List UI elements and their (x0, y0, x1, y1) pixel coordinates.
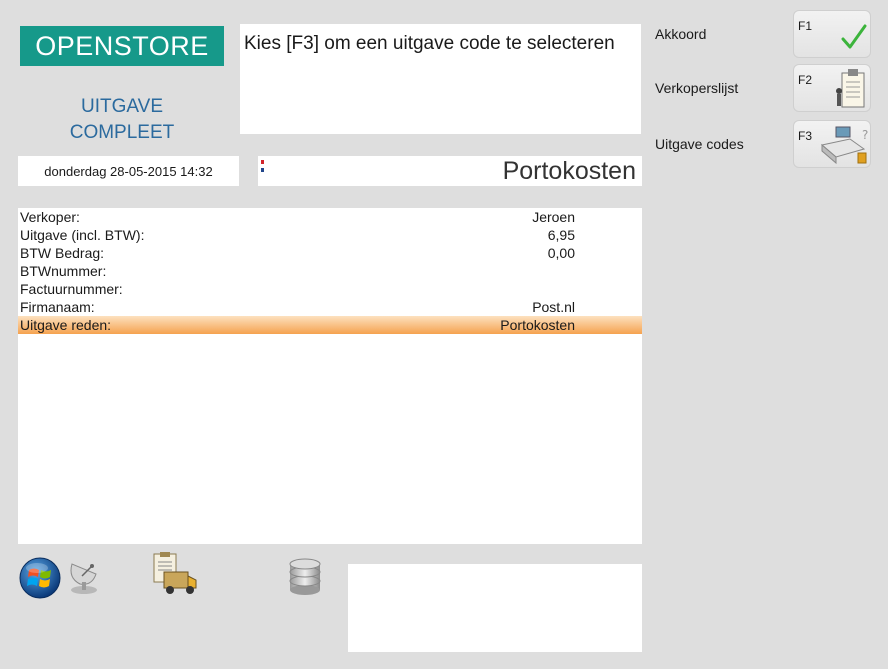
row-label: BTWnummer: (20, 263, 107, 279)
row-label: BTW Bedrag: (20, 245, 105, 261)
cash-register-icon: ? (820, 126, 868, 165)
delivery-truck-icon[interactable] (150, 552, 198, 596)
uitgave-codes-button[interactable]: F3 ? (793, 120, 871, 168)
fn-label-verkoperslijst: Verkoperslijst (655, 80, 739, 96)
akkoord-button[interactable]: F1 (793, 10, 871, 58)
verkoperslijst-button[interactable]: F2 (793, 64, 871, 112)
instruction-message: Kies [F3] om een uitgave code te selecte… (240, 24, 641, 134)
row-label: Verkoper: (20, 209, 80, 225)
openstore-logo: OPENSTORE (20, 26, 224, 66)
flag-icon (261, 160, 264, 172)
row-value: 0,00 (547, 245, 575, 261)
fn-label-uitgave-codes: Uitgave codes (655, 136, 744, 152)
fn-key-label: F2 (798, 73, 813, 87)
row-label: Factuurnummer: (20, 281, 123, 297)
row-label: Uitgave reden: (20, 317, 112, 333)
list-item[interactable]: BTWnummer: (18, 262, 642, 280)
row-value: 6,95 (547, 227, 575, 243)
list-item[interactable]: Verkoper: Jeroen (18, 208, 642, 226)
row-label: Firmanaam: (20, 299, 95, 315)
row-label: Uitgave (incl. BTW): (20, 227, 145, 243)
list-item[interactable]: BTW Bedrag: 0,00 (18, 244, 642, 262)
mode-line-2: COMPLEET (69, 122, 175, 143)
svg-text:?: ? (862, 128, 868, 142)
datetime-display: donderdag 28-05-2015 14:32 (18, 156, 239, 186)
fn-label-akkoord: Akkoord (655, 26, 707, 42)
windows-logo-icon[interactable] (18, 556, 62, 600)
bottom-panel (348, 564, 642, 652)
list-item[interactable]: Factuurnummer: (18, 280, 642, 298)
row-value: Portokosten (500, 317, 575, 333)
row-value: Jeroen (532, 209, 575, 225)
title-box: Portokosten (258, 156, 642, 186)
details-list: Verkoper: Jeroen Uitgave (incl. BTW): 6,… (18, 208, 642, 544)
list-item-selected[interactable]: Uitgave reden: Portokosten (18, 316, 642, 334)
mode-line-1: UITGAVE (81, 96, 163, 117)
mode-indicator: UITGAVE COMPLEET (20, 94, 224, 146)
fn-key-label: F1 (798, 19, 813, 33)
database-icon[interactable] (285, 556, 325, 596)
list-item[interactable]: Uitgave (incl. BTW): 6,95 (18, 226, 642, 244)
satellite-dish-icon[interactable] (64, 556, 104, 596)
list-item[interactable]: Firmanaam: Post.nl (18, 298, 642, 316)
fn-key-label: F3 (798, 129, 813, 143)
row-value: Post.nl (532, 299, 575, 315)
checkmark-icon (841, 24, 867, 49)
clipboard-list-icon (836, 69, 865, 108)
page-title: Portokosten (502, 157, 636, 185)
